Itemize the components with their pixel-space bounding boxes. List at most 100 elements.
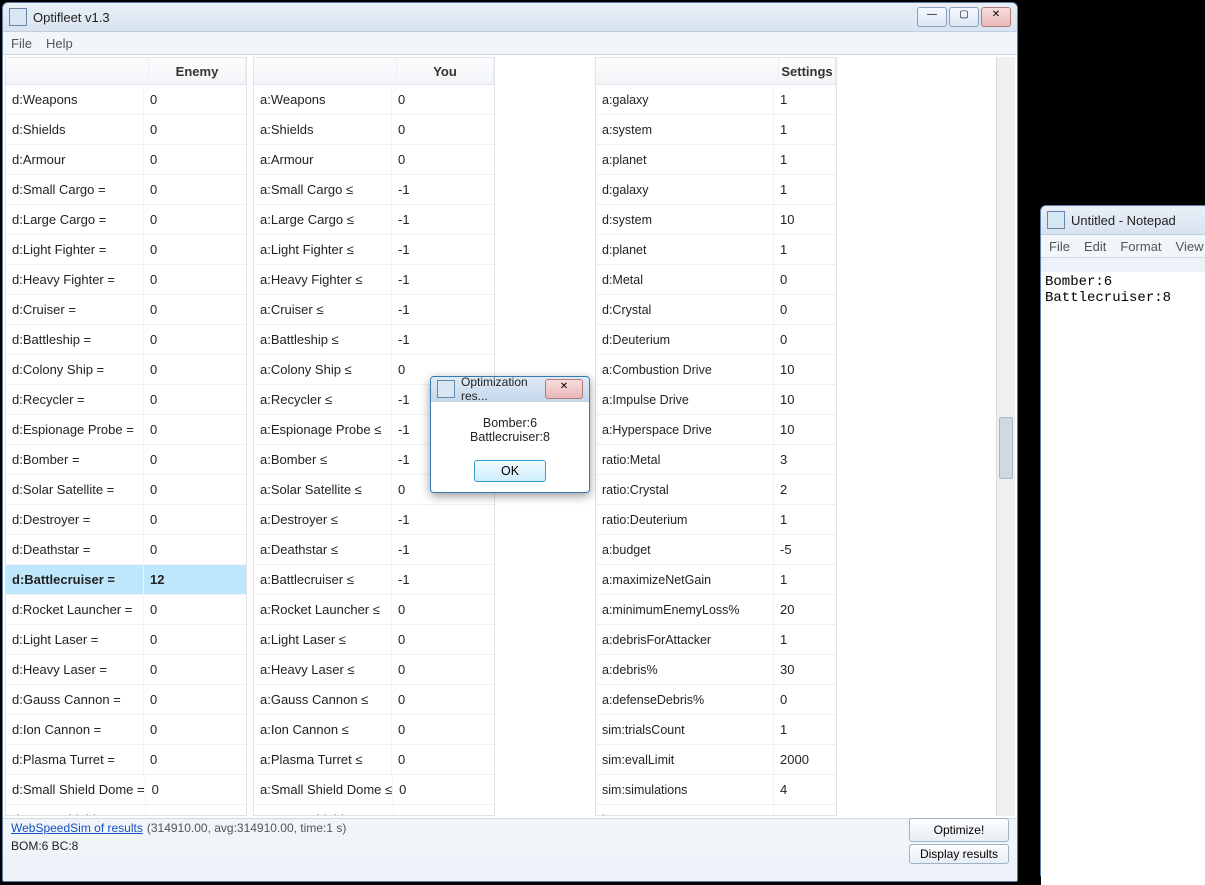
table-row[interactable]: a:Battlecruiser ≤-1: [254, 565, 494, 595]
table-row[interactable]: a:Deathstar ≤-1: [254, 535, 494, 565]
row-value[interactable]: 1: [774, 235, 836, 264]
table-row[interactable]: a:Hyperspace Drive10: [596, 415, 836, 445]
row-value[interactable]: 0: [392, 595, 494, 624]
table-row[interactable]: d:Heavy Laser =0: [6, 655, 246, 685]
table-row[interactable]: d:Shields0: [6, 115, 246, 145]
row-value[interactable]: 0: [144, 445, 246, 474]
table-row[interactable]: a:Battleship ≤-1: [254, 325, 494, 355]
row-value[interactable]: 0: [392, 85, 494, 114]
table-row[interactable]: d:Large Shield Dome =0: [6, 805, 246, 815]
table-row[interactable]: sim:simulations4: [596, 775, 836, 805]
row-value[interactable]: 2000: [774, 745, 836, 774]
table-row[interactable]: d:Ion Cannon =0: [6, 715, 246, 745]
row-value[interactable]: 1: [774, 505, 836, 534]
row-value[interactable]: 4: [774, 775, 836, 804]
vertical-scrollbar[interactable]: [996, 57, 1015, 816]
row-value[interactable]: -1: [392, 325, 494, 354]
table-row[interactable]: d:Large Cargo =0: [6, 205, 246, 235]
table-row[interactable]: a:Impulse Drive10: [596, 385, 836, 415]
row-value[interactable]: 0: [774, 265, 836, 294]
row-value[interactable]: 0: [144, 745, 246, 774]
row-value[interactable]: 0: [774, 295, 836, 324]
row-value[interactable]: 0: [144, 175, 246, 204]
row-value[interactable]: 0: [144, 355, 246, 384]
menu-help[interactable]: Help: [46, 36, 73, 51]
row-value[interactable]: -5: [774, 535, 836, 564]
table-row[interactable]: sim:evalLimit2000: [596, 745, 836, 775]
row-value[interactable]: 0: [144, 415, 246, 444]
optifleet-titlebar[interactable]: Optifleet v1.3 — ▢ ✕: [3, 3, 1017, 32]
table-row[interactable]: a:Shields0: [254, 115, 494, 145]
table-row[interactable]: d:Destroyer =0: [6, 505, 246, 535]
table-row[interactable]: a:Gauss Cannon ≤0: [254, 685, 494, 715]
row-value[interactable]: 1: [774, 85, 836, 114]
table-row[interactable]: a:Combustion Drive10: [596, 355, 836, 385]
table-row[interactable]: d:Metal0: [596, 265, 836, 295]
row-value[interactable]: -1: [392, 505, 494, 534]
row-value[interactable]: 0: [392, 685, 494, 714]
row-value[interactable]: 1: [774, 145, 836, 174]
row-value[interactable]: 3: [774, 445, 836, 474]
row-value[interactable]: 0: [144, 265, 246, 294]
table-row[interactable]: d:Deathstar =0: [6, 535, 246, 565]
table-row[interactable]: d:Light Laser =0: [6, 625, 246, 655]
table-row[interactable]: d:Small Cargo =0: [6, 175, 246, 205]
table-row[interactable]: a:system1: [596, 115, 836, 145]
table-row[interactable]: a:maximizeNetGain1: [596, 565, 836, 595]
row-value[interactable]: 10: [774, 415, 836, 444]
table-row[interactable]: d:Recycler =0: [6, 385, 246, 415]
row-value[interactable]: 1: [774, 625, 836, 654]
table-row[interactable]: a:debris%30: [596, 655, 836, 685]
row-value[interactable]: 0: [144, 535, 246, 564]
maximize-button[interactable]: ▢: [949, 7, 979, 27]
np-menu-format[interactable]: Format: [1120, 239, 1161, 254]
table-row[interactable]: d:Battleship =0: [6, 325, 246, 355]
table-row[interactable]: a:Heavy Laser ≤0: [254, 655, 494, 685]
row-value[interactable]: 10: [774, 205, 836, 234]
table-row[interactable]: a:Weapons0: [254, 85, 494, 115]
table-row[interactable]: a:Light Laser ≤0: [254, 625, 494, 655]
results-link[interactable]: WebSpeedSim of results: [11, 821, 143, 835]
row-value[interactable]: 0: [144, 85, 246, 114]
row-value[interactable]: 1: [774, 175, 836, 204]
row-value[interactable]: 0: [144, 505, 246, 534]
row-value[interactable]: 12: [144, 565, 246, 594]
row-value[interactable]: 1: [774, 565, 836, 594]
row-value[interactable]: 1: [774, 715, 836, 744]
display-results-button[interactable]: Display results: [909, 844, 1009, 864]
row-value[interactable]: 0: [144, 205, 246, 234]
np-menu-edit[interactable]: Edit: [1084, 239, 1106, 254]
table-row[interactable]: d:Colony Ship =0: [6, 355, 246, 385]
table-row[interactable]: d:Armour0: [6, 145, 246, 175]
table-row[interactable]: a:Armour0: [254, 145, 494, 175]
row-value[interactable]: 0: [144, 595, 246, 624]
table-row[interactable]: d:Gauss Cannon =0: [6, 685, 246, 715]
table-row[interactable]: d:Weapons0: [6, 85, 246, 115]
table-row[interactable]: a:minimumEnemyLoss%20: [596, 595, 836, 625]
row-value[interactable]: 1: [774, 115, 836, 144]
minimize-button[interactable]: —: [917, 7, 947, 27]
table-row[interactable]: d:Crystal0: [596, 295, 836, 325]
table-row[interactable]: d:Solar Satellite =0: [6, 475, 246, 505]
row-value[interactable]: 0: [392, 115, 494, 144]
row-value[interactable]: -1: [392, 265, 494, 294]
table-row[interactable]: a:Large Shield Dome ≤0: [254, 805, 494, 815]
row-value[interactable]: 0: [392, 625, 494, 654]
row-value[interactable]: 0: [392, 715, 494, 744]
row-value[interactable]: 0: [144, 475, 246, 504]
row-value[interactable]: 50: [774, 805, 836, 815]
table-row[interactable]: ratio:Crystal2: [596, 475, 836, 505]
row-value[interactable]: 2: [774, 475, 836, 504]
row-value[interactable]: 0: [394, 805, 494, 815]
row-value[interactable]: 0: [144, 685, 246, 714]
scroll-thumb[interactable]: [999, 417, 1013, 479]
row-value[interactable]: 0: [392, 745, 494, 774]
table-row[interactable]: a:Destroyer ≤-1: [254, 505, 494, 535]
np-menu-view[interactable]: View: [1176, 239, 1204, 254]
table-row[interactable]: a:Small Cargo ≤-1: [254, 175, 494, 205]
row-value[interactable]: 0: [144, 325, 246, 354]
table-row[interactable]: a:Small Shield Dome ≤0: [254, 775, 494, 805]
row-value[interactable]: -1: [392, 175, 494, 204]
menu-file[interactable]: File: [11, 36, 32, 51]
row-value[interactable]: 0: [774, 685, 836, 714]
